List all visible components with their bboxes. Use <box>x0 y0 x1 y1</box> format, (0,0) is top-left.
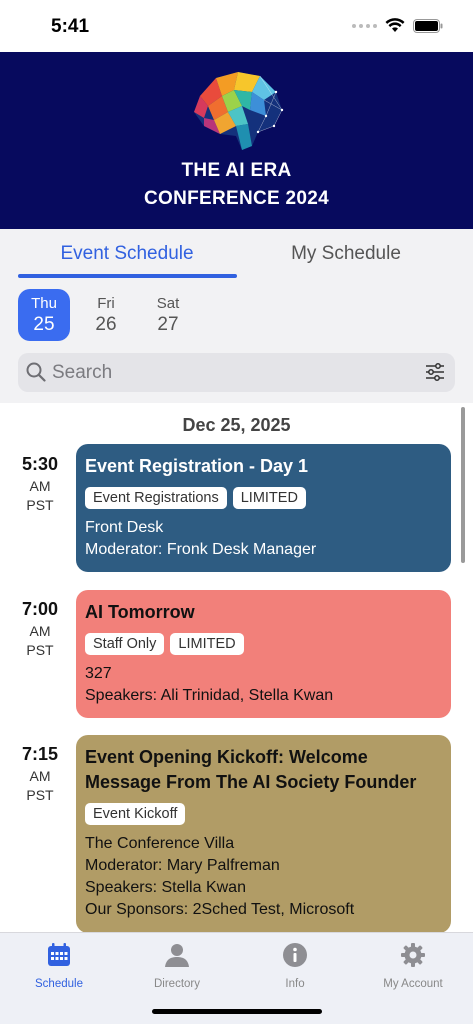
event-location: Front Desk <box>85 519 164 536</box>
tab-my-schedule[interactable]: My Schedule <box>237 243 455 265</box>
event-time-zone: PST <box>26 642 54 658</box>
event-tags: Event Kickoff <box>85 803 442 825</box>
tabbar-label: Schedule <box>35 978 83 990</box>
event-title: AI Tomorrow <box>85 602 195 622</box>
tab-event-schedule[interactable]: Event Schedule <box>18 243 236 265</box>
event-card[interactable]: Event Registration - Day 1 Event Registr… <box>76 444 451 572</box>
event-tag: Event Registrations <box>85 487 227 509</box>
event-title: Event Registration - Day 1 <box>85 456 309 476</box>
day-selector-thu[interactable]: Thu 25 <box>18 289 70 341</box>
event-card[interactable]: Event Opening Kickoff: Welcome Message F… <box>76 735 451 932</box>
event-tags: Event Registrations LIMITED <box>85 487 442 509</box>
tabbar-item-schedule[interactable]: Schedule <box>0 941 118 990</box>
event-time-value: 7:15 <box>21 744 59 764</box>
event-time-zone: PST <box>26 787 54 803</box>
event-speakers: Speakers: Ali Trinidad, Stella Kwan <box>85 687 334 704</box>
day-number: 26 <box>95 314 117 335</box>
event-title-line1: Event Opening Kickoff: Welcome <box>85 747 368 767</box>
event-tags: Staff Only LIMITED <box>85 633 442 655</box>
cellular-signal-icon <box>352 23 377 28</box>
event-sponsors: Our Sponsors: 2Sched Test, Microsoft <box>85 901 355 918</box>
status-icons <box>352 18 443 33</box>
event-time-ampm: AM <box>29 623 51 639</box>
event-moderator: Moderator: Mary Palfreman <box>85 857 280 874</box>
tabbar-label: My Account <box>383 978 443 990</box>
day-selector-sat[interactable]: Sat 27 <box>142 289 194 341</box>
info-icon <box>283 943 307 967</box>
event-tag: Event Kickoff <box>85 803 186 825</box>
wifi-icon <box>385 18 405 32</box>
event-title-line2: Message From The AI Society Founder <box>85 772 417 792</box>
ai-brain-logo-icon <box>194 72 284 150</box>
person-icon <box>165 944 189 967</box>
day-of-week: Sat <box>156 295 180 312</box>
battery-icon <box>413 18 443 33</box>
event-time: 7:00 AM PST <box>0 599 80 658</box>
banner-title-line2: CONFERENCE 2024 <box>143 188 330 209</box>
scrollbar[interactable] <box>461 407 465 563</box>
event-time-zone: PST <box>26 497 54 513</box>
calendar-icon <box>48 943 70 966</box>
event-moderator: Moderator: Fronk Desk Manager <box>85 541 317 558</box>
day-number: 25 <box>33 314 55 335</box>
event-tag: LIMITED <box>170 633 244 655</box>
search-bar <box>18 353 455 392</box>
status-bar: 5:41 <box>0 0 473 52</box>
event-time-ampm: AM <box>29 768 51 784</box>
search-icon <box>26 362 46 382</box>
event-location: 327 <box>85 665 112 682</box>
day-number: 27 <box>157 314 179 335</box>
status-time: 5:41 <box>51 16 90 37</box>
event-location: The Conference Villa <box>85 835 235 852</box>
day-of-week: Thu <box>31 295 57 312</box>
banner-title-line1: THE AI ERA <box>181 160 292 181</box>
event-time: 5:30 AM PST <box>0 454 80 513</box>
active-tab-indicator <box>18 274 237 278</box>
search-input[interactable] <box>52 360 412 385</box>
tabbar-item-info[interactable]: Info <box>236 941 354 990</box>
event-tag: LIMITED <box>232 487 306 509</box>
schedule-list[interactable]: Dec 25, 2025 5:30 AM PST Event Registrat… <box>0 403 473 932</box>
event-tag: Staff Only <box>85 633 165 655</box>
tabbar-item-directory[interactable]: Directory <box>118 941 236 990</box>
event-time: 7:15 AM PST <box>0 744 80 803</box>
tabbar-label: Info <box>285 978 305 990</box>
tabbar-item-my-account[interactable]: My Account <box>354 941 472 990</box>
date-header: Dec 25, 2025 <box>182 415 291 435</box>
conference-banner: THE AI ERA CONFERENCE 2024 <box>0 52 473 229</box>
filter-sliders-icon[interactable] <box>425 363 445 381</box>
day-of-week: Fri <box>97 295 115 312</box>
home-indicator <box>152 1009 322 1014</box>
day-selector-fri[interactable]: Fri 26 <box>80 289 132 341</box>
event-time-value: 5:30 <box>21 454 59 474</box>
gear-icon <box>401 943 425 967</box>
event-time-ampm: AM <box>29 478 51 494</box>
event-time-value: 7:00 <box>21 599 59 619</box>
tabbar-label: Directory <box>153 978 200 990</box>
event-card[interactable]: AI Tomorrow Staff Only LIMITED 327 Speak… <box>76 590 451 718</box>
schedule-controls: Event Schedule My Schedule Thu 25 Fri 26… <box>0 229 473 403</box>
event-speakers: Speakers: Stella Kwan <box>85 879 246 896</box>
